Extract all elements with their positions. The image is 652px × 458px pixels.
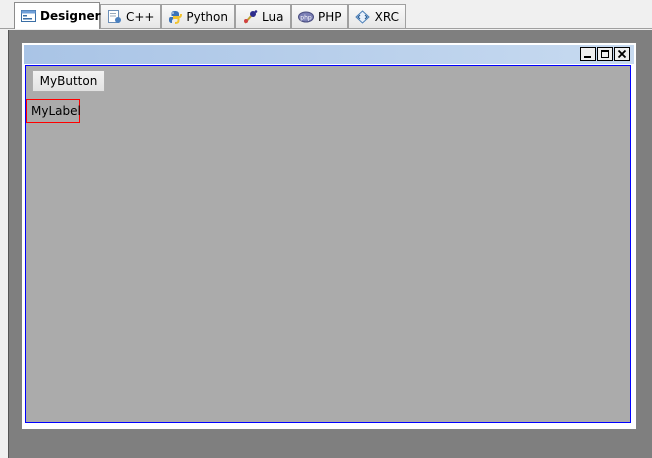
tab-designer[interactable]: Designer [14,2,101,29]
frame-window-controls [580,47,630,61]
python-icon [168,10,183,24]
maximize-icon [601,50,609,58]
tab-python-label: Python [186,9,228,24]
tab-lua-label: Lua [262,9,284,24]
tab-designer-label: Designer [40,9,101,23]
editor-tab-strip: Designer C++ Python Lua php PHP XRC [0,0,652,31]
tab-xrc[interactable]: XRC [348,4,406,28]
frame-title-bar [24,45,634,64]
svg-text:php: php [300,14,312,21]
maximize-button[interactable] [597,47,613,61]
close-button[interactable] [614,47,630,61]
minimize-button[interactable] [580,47,596,61]
tab-php[interactable]: php PHP [291,4,348,28]
tab-python[interactable]: Python [161,4,235,28]
tab-php-label: PHP [318,9,342,24]
lua-icon [242,9,258,24]
frame-client-area[interactable]: MyButton MyLabel [25,65,631,423]
my-button[interactable]: MyButton [32,70,105,92]
designed-frame[interactable]: MyButton MyLabel [21,42,637,430]
my-label[interactable]: MyLabel [26,99,81,123]
designer-canvas: MyButton MyLabel [8,30,652,458]
close-icon [617,49,627,59]
cpp-icon [107,9,122,24]
php-icon: php [298,10,314,24]
designer-icon [21,9,36,23]
xrc-icon [355,9,371,24]
tab-cpp[interactable]: C++ [100,4,161,28]
my-label-text: MyLabel [31,104,81,118]
minimize-icon [584,56,591,58]
tab-xrc-label: XRC [374,9,399,24]
tab-lua[interactable]: Lua [235,4,291,28]
tab-cpp-label: C++ [126,9,155,24]
